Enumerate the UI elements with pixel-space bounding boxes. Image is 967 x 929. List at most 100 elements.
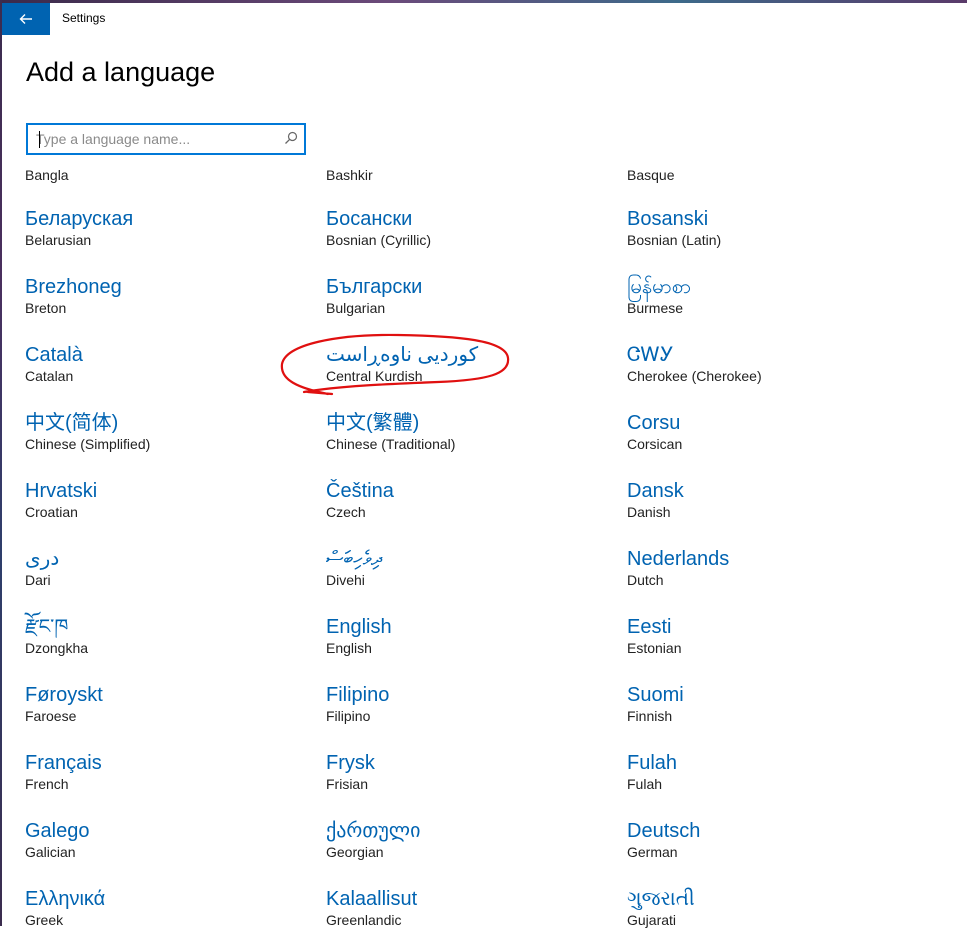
language-native-name: Galego bbox=[25, 820, 90, 842]
language-english-name: Fulah bbox=[627, 776, 663, 792]
language-grid: Bangla Bashkir Basque Беларуская Belarusian Б… bbox=[0, 0, 967, 929]
language-english-name: German bbox=[627, 844, 678, 860]
language-english-name: Chinese (Simplified) bbox=[25, 436, 151, 452]
language-native-name: ᏣᎳᎩ bbox=[627, 344, 674, 366]
language-english-name: Burmese bbox=[627, 300, 684, 316]
language-item-galician[interactable]: Galego Galician bbox=[25, 819, 295, 861]
language-english-name: Danish bbox=[627, 504, 671, 520]
language-native-name: Frysk bbox=[326, 752, 375, 774]
language-english-name: Gujarati bbox=[627, 912, 677, 928]
language-english-name: Central Kurdish bbox=[326, 368, 423, 384]
language-native-name: دری bbox=[25, 548, 60, 570]
language-english-name: Bashkir bbox=[326, 167, 373, 183]
language-native-name: Български bbox=[326, 276, 423, 298]
language-english-name: Georgian bbox=[326, 844, 384, 860]
language-item-fulah[interactable]: Fulah Fulah bbox=[627, 751, 897, 793]
language-item-filipino[interactable]: Filipino Filipino bbox=[326, 683, 596, 725]
language-english-name: Faroese bbox=[25, 708, 77, 724]
language-item-burmese[interactable]: မြန်မာစာ Burmese bbox=[627, 275, 897, 317]
language-english-name: Bosnian (Latin) bbox=[627, 232, 722, 248]
language-item-corsican[interactable]: Corsu Corsican bbox=[627, 411, 897, 453]
language-english-name: Greenlandic bbox=[326, 912, 402, 928]
language-english-name: Dutch bbox=[627, 572, 664, 588]
language-english-name: Greek bbox=[25, 912, 64, 928]
language-english-name: Bosnian (Cyrillic) bbox=[326, 232, 432, 248]
language-english-name: Corsican bbox=[627, 436, 683, 452]
language-item-breton[interactable]: Brezhoneg Breton bbox=[25, 275, 295, 317]
language-item-chinese-simplified[interactable]: 中文(简体) Chinese (Simplified) bbox=[25, 411, 295, 453]
language-native-name: Suomi bbox=[627, 684, 684, 706]
language-item-cherokee-cherokee[interactable]: ᏣᎳᎩ Cherokee (Cherokee) bbox=[627, 343, 897, 385]
language-item-czech[interactable]: Čeština Czech bbox=[326, 479, 596, 521]
language-english-name: Galician bbox=[25, 844, 76, 860]
language-native-name: Català bbox=[25, 344, 83, 366]
language-native-name: Nederlands bbox=[627, 548, 730, 570]
language-native-name: Brezhoneg bbox=[25, 276, 122, 298]
language-english-name: Finnish bbox=[627, 708, 673, 724]
language-native-name: Fulah bbox=[627, 752, 678, 774]
language-item-estonian[interactable]: Eesti Estonian bbox=[627, 615, 897, 657]
language-item-central-kurdish[interactable]: کوردیی ناوەڕاست Central Kurdish bbox=[326, 343, 596, 385]
language-native-name: Dansk bbox=[627, 480, 684, 502]
language-item-faroese[interactable]: Føroyskt Faroese bbox=[25, 683, 295, 725]
language-item-bashkir[interactable]: Bashkir bbox=[326, 166, 596, 184]
language-item-divehi[interactable]: ދިވެހިބަސް Divehi bbox=[326, 547, 596, 589]
language-item-gujarati[interactable]: ગુજરાતી Gujarati bbox=[627, 887, 897, 929]
language-item-georgian[interactable]: ქართული Georgian bbox=[326, 819, 596, 861]
language-item-french[interactable]: Français French bbox=[25, 751, 295, 793]
language-item-chinese-traditional[interactable]: 中文(繁體) Chinese (Traditional) bbox=[326, 411, 596, 453]
language-english-name: Belarusian bbox=[25, 232, 92, 248]
language-item-german[interactable]: Deutsch German bbox=[627, 819, 897, 861]
language-english-name: Bangla bbox=[25, 167, 69, 183]
language-item-dutch[interactable]: Nederlands Dutch bbox=[627, 547, 897, 589]
language-english-name: Filipino bbox=[326, 708, 371, 724]
language-english-name: Frisian bbox=[326, 776, 369, 792]
language-native-name: Corsu bbox=[627, 412, 681, 434]
language-native-name: Kalaallisut bbox=[326, 888, 418, 910]
language-native-name: English bbox=[326, 616, 392, 638]
language-english-name: Basque bbox=[627, 167, 675, 183]
language-english-name: English bbox=[326, 640, 372, 656]
language-native-name: Français bbox=[25, 752, 102, 774]
language-item-greek[interactable]: Ελληνικά Greek bbox=[25, 887, 295, 929]
language-item-croatian[interactable]: Hrvatski Croatian bbox=[25, 479, 295, 521]
language-native-name: རྫོང་ཁ bbox=[25, 616, 69, 638]
language-native-name: ދިވެހިބަސް bbox=[326, 548, 382, 570]
language-native-name: Filipino bbox=[326, 684, 390, 706]
language-item-bosnian-cyrillic[interactable]: Босански Bosnian (Cyrillic) bbox=[326, 207, 596, 249]
language-native-name: မြန်မာစာ bbox=[627, 276, 692, 298]
language-english-name: Estonian bbox=[627, 640, 682, 656]
language-item-dzongkha[interactable]: རྫོང་ཁ Dzongkha bbox=[25, 615, 295, 657]
language-english-name: Croatian bbox=[25, 504, 78, 520]
language-english-name: Catalan bbox=[25, 368, 74, 384]
language-english-name: Chinese (Traditional) bbox=[326, 436, 456, 452]
language-item-bangla[interactable]: Bangla bbox=[25, 166, 295, 184]
language-item-english[interactable]: English English bbox=[326, 615, 596, 657]
language-item-finnish[interactable]: Suomi Finnish bbox=[627, 683, 897, 725]
language-native-name: Čeština bbox=[326, 480, 394, 502]
language-english-name: Dari bbox=[25, 572, 51, 588]
language-item-frisian[interactable]: Frysk Frisian bbox=[326, 751, 596, 793]
language-native-name: 中文(繁體) bbox=[326, 412, 420, 434]
language-english-name: French bbox=[25, 776, 69, 792]
language-native-name: Беларуская bbox=[25, 208, 134, 230]
language-english-name: Cherokee (Cherokee) bbox=[627, 368, 762, 384]
language-item-greenlandic[interactable]: Kalaallisut Greenlandic bbox=[326, 887, 596, 929]
language-item-bosnian-latin[interactable]: Bosanski Bosnian (Latin) bbox=[627, 207, 897, 249]
language-english-name: Czech bbox=[326, 504, 366, 520]
language-item-belarusian[interactable]: Беларуская Belarusian bbox=[25, 207, 295, 249]
language-native-name: Føroyskt bbox=[25, 684, 103, 706]
language-english-name: Dzongkha bbox=[25, 640, 89, 656]
language-item-danish[interactable]: Dansk Danish bbox=[627, 479, 897, 521]
language-item-basque[interactable]: Basque bbox=[627, 166, 897, 184]
language-item-catalan[interactable]: Català Catalan bbox=[25, 343, 295, 385]
language-native-name: Bosanski bbox=[627, 208, 709, 230]
language-native-name: Босански bbox=[326, 208, 413, 230]
language-english-name: Bulgarian bbox=[326, 300, 386, 316]
language-item-dari[interactable]: دری Dari bbox=[25, 547, 295, 589]
language-native-name: Eesti bbox=[627, 616, 672, 638]
language-english-name: Divehi bbox=[326, 572, 365, 588]
language-native-name: کوردیی ناوەڕاست bbox=[326, 344, 479, 366]
language-english-name: Breton bbox=[25, 300, 67, 316]
language-item-bulgarian[interactable]: Български Bulgarian bbox=[326, 275, 596, 317]
